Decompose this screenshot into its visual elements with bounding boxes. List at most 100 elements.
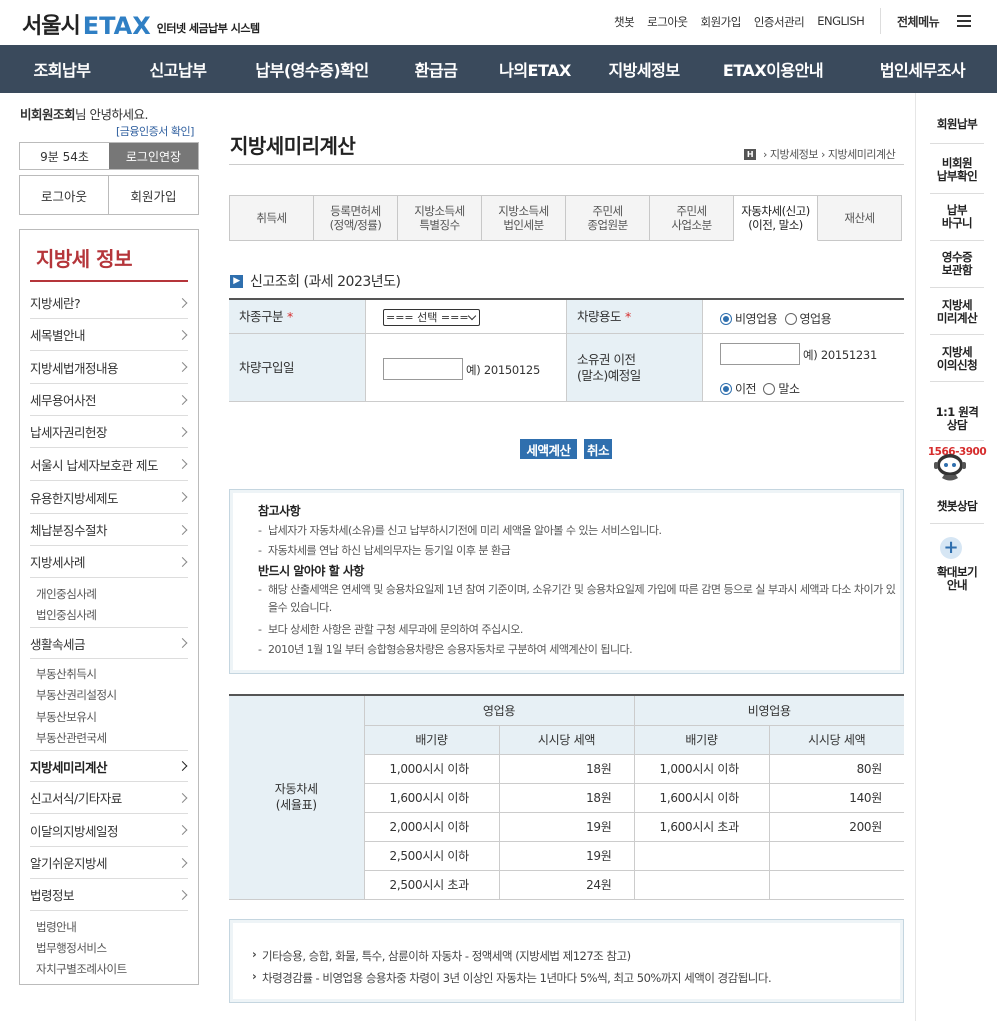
- sidebar-item-arrears-collection[interactable]: 체납분징수절차: [30, 514, 188, 546]
- notice-heading: 참고사항: [258, 504, 301, 518]
- link-english[interactable]: ENGLISH: [817, 14, 865, 30]
- link-certificate[interactable]: 인증서관리: [754, 14, 805, 30]
- sidebar-item-taxpayer-protection[interactable]: 서울시 납세자보호관 제도: [30, 448, 188, 481]
- tax-cell: 19원: [498, 841, 634, 871]
- sidebar-item-label: 세목별안내: [30, 328, 86, 343]
- link-join[interactable]: 회원가입: [701, 14, 742, 30]
- hamburger-icon[interactable]: [957, 15, 971, 27]
- sidebar-subitem-acquisition[interactable]: 부동산취득시: [36, 666, 97, 682]
- chevron-right-icon: [177, 297, 188, 308]
- gnb-etax-guide[interactable]: ETAX이용안내: [698, 45, 848, 93]
- chatbot-robot-icon[interactable]: [932, 451, 968, 483]
- gnb-corporate-audit[interactable]: 법인세무조사: [848, 45, 997, 93]
- sidebar-subitem-law-guide[interactable]: 법령안내: [36, 919, 77, 935]
- quick-member-pay[interactable]: 회원납부: [924, 118, 990, 131]
- gnb-receipt[interactable]: 납부(영수증)확인: [232, 45, 392, 93]
- quick-nonmember-check[interactable]: 비회원 납부확인: [924, 157, 990, 183]
- sidebar-subitem-corporate-cases[interactable]: 법인중심사례: [36, 607, 97, 623]
- tab-income-corporate[interactable]: 지방소득세 법인세분: [482, 196, 566, 240]
- zoom-plus-icon[interactable]: +: [940, 537, 962, 559]
- sidebar-item-tax-types[interactable]: 세목별안내: [30, 319, 188, 351]
- extend-login-button[interactable]: 로그인연장: [109, 143, 198, 169]
- cc-cell: 1,600시시 초과: [633, 812, 769, 842]
- sidebar-item-tax-calculator[interactable]: 지방세미리계산: [30, 750, 188, 782]
- quick-divider: [930, 440, 984, 441]
- purchase-date-input[interactable]: [383, 358, 463, 380]
- sidebar-subitem-legal-services[interactable]: 법무행정서비스: [36, 940, 107, 956]
- sidebar-item-label: 지방세란?: [30, 296, 81, 311]
- quick-receipt-box[interactable]: 영수증 보관함: [924, 251, 990, 277]
- tab-property-tax[interactable]: 재산세: [818, 196, 901, 240]
- rate-table: 자동차세 (세율표) 영업용 비영업용 배기량 시시당 세액 배기량 시시당 세…: [229, 694, 904, 900]
- notice-item: 보다 상세한 사항은 관할 구청 세무과에 문의하여 주십시오.: [258, 621, 898, 639]
- sidebar-item-label: 법령정보: [30, 888, 75, 903]
- main-navigation: 조회납부 신고납부 납부(영수증)확인 환급금 나의ETAX 지방세정보 ETA…: [0, 45, 997, 93]
- financial-cert-link[interactable]: [금융인증서 확인]: [116, 123, 194, 139]
- page-title: 지방세미리계산: [230, 134, 356, 158]
- sidebar-item-law-info[interactable]: 법령정보: [30, 879, 188, 911]
- radio-label: 이전: [735, 382, 757, 396]
- tab-vehicle-tax[interactable]: 자동차세(신고) (이전, 말소): [734, 196, 818, 241]
- sidebar-item-useful-systems[interactable]: 유용한지방세제도: [30, 481, 188, 514]
- cc-cell: 2,000시시 이하: [363, 812, 499, 842]
- radio-business[interactable]: [784, 312, 797, 325]
- sidebar-subitem-rights-setting[interactable]: 부동산권리설정시: [36, 687, 117, 703]
- tab-acquisition-tax[interactable]: 취득세: [230, 196, 314, 240]
- quick-pay-basket[interactable]: 납부 바구니: [924, 204, 990, 230]
- sidebar-item-life-tax[interactable]: 생활속세금: [30, 627, 188, 659]
- car-type-select[interactable]: === 선택 ===: [383, 309, 480, 326]
- vehicle-use-radios: 비영업용 영업용: [720, 310, 832, 327]
- radio-non-business[interactable]: [720, 312, 732, 325]
- sidebar-subitem-national-tax[interactable]: 부동산관련국세: [36, 730, 107, 746]
- cc-cell: 1,600시시 이하: [633, 783, 769, 813]
- quick-divider: [930, 523, 984, 524]
- chevron-right-icon: [177, 857, 188, 868]
- gnb-local-tax-info[interactable]: 지방세정보: [590, 45, 698, 93]
- sidebar-item-easy-tax[interactable]: 알기쉬운지방세: [30, 847, 188, 879]
- sidebar-subitem-district-ordinances[interactable]: 자치구별조례사이트: [36, 961, 127, 977]
- join-button[interactable]: 회원가입: [109, 176, 198, 214]
- gnb-inquiry-pay[interactable]: 조회납부: [0, 45, 124, 93]
- quick-tax-calculator[interactable]: 지방세 미리계산: [924, 299, 990, 325]
- quick-divider: [930, 287, 984, 288]
- quick-zoom-guide[interactable]: 확대보기 안내: [924, 566, 990, 592]
- sidebar-item-glossary[interactable]: 세무용어사전: [30, 384, 188, 416]
- sidebar-item-label: 유용한지방세제도: [30, 490, 119, 506]
- report-form: 차종구분 * === 선택 === 차량용도 * 비영업용 영업용 차량구입일 예)…: [229, 298, 904, 402]
- logout-button[interactable]: 로그아웃: [20, 176, 109, 214]
- site-logo[interactable]: 서울시 ETAX 인터넷 세금납부 시스템: [22, 8, 260, 40]
- col-cc: 배기량: [633, 725, 769, 755]
- breadcrumb-item[interactable]: 지방세미리계산: [828, 146, 896, 162]
- transfer-date-input[interactable]: [720, 343, 800, 365]
- breadcrumb-item[interactable]: 지방세정보: [770, 146, 819, 162]
- sidebar-item-about[interactable]: 지방세란?: [30, 287, 188, 319]
- sidebar-item-forms[interactable]: 신고서식/기타자료: [30, 782, 188, 814]
- radio-label: 비영업용: [735, 312, 778, 326]
- tab-resident-employee[interactable]: 주민세 종업원분: [566, 196, 650, 240]
- tab-registration-license[interactable]: 등록면허세 (정액/정률): [314, 196, 398, 240]
- radio-transfer[interactable]: [720, 382, 732, 395]
- notice-item: 납세자가 자동차세(소유)를 신고 납부하시기전에 미리 세액을 알아볼 수 있…: [258, 522, 898, 540]
- sidebar-item-law-changes[interactable]: 지방세법개정내용: [30, 351, 188, 384]
- sidebar-item-monthly-schedule[interactable]: 이달의지방세일정: [30, 814, 188, 847]
- radio-cancel[interactable]: [763, 382, 776, 395]
- sidebar-subitem-holding[interactable]: 부동산보유시: [36, 709, 97, 725]
- link-chatbot[interactable]: 챗봇: [614, 14, 635, 30]
- link-logout[interactable]: 로그아웃: [647, 14, 688, 30]
- quick-chatbot[interactable]: 챗봇상담: [924, 500, 990, 513]
- cancel-button[interactable]: 취소: [584, 439, 612, 459]
- gnb-report-pay[interactable]: 신고납부: [124, 45, 232, 93]
- gnb-refund[interactable]: 환급금: [392, 45, 480, 93]
- sidebar-item-cases[interactable]: 지방세사례: [30, 546, 188, 578]
- purchase-date-cell: 예) 20150125: [365, 334, 566, 401]
- tab-income-withholding[interactable]: 지방소득세 특별징수: [398, 196, 482, 240]
- home-icon[interactable]: H: [744, 148, 756, 160]
- tab-resident-business[interactable]: 주민세 사업소분: [650, 196, 734, 240]
- sidebar-item-rights-charter[interactable]: 납세자권리헌장: [30, 416, 188, 448]
- logo-subtitle: 인터넷 세금납부 시스템: [156, 22, 260, 35]
- quick-remote-consult[interactable]: 1:1 원격 상담 1566-3900: [924, 393, 990, 459]
- gnb-my-etax[interactable]: 나의ETAX: [480, 45, 590, 93]
- quick-objection[interactable]: 지방세 이의신청: [924, 346, 990, 372]
- sidebar-subitem-personal-cases[interactable]: 개인중심사례: [36, 586, 97, 602]
- calculate-tax-button[interactable]: 세액계산: [520, 439, 577, 459]
